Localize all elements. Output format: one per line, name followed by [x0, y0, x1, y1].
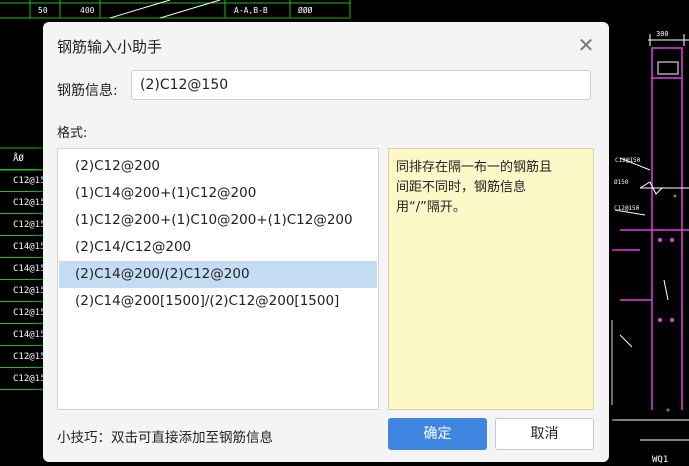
cancel-button[interactable]: 取消 [495, 418, 594, 450]
format-label: 格式: [57, 126, 88, 141]
cad-table-row: C12@15 [0, 214, 44, 236]
rebar-input-assistant-dialog: 钢筋输入小助手 ✕ 钢筋信息: 格式: (2)C12@200 (1)C14@20… [43, 22, 609, 462]
cad-table-row: C12@15 [0, 280, 44, 302]
usage-tip: 小技巧：双击可直接添加至钢筋信息 [57, 430, 273, 446]
cad-right-label: C12@150 [614, 205, 640, 212]
close-icon[interactable]: ✕ [575, 34, 597, 56]
format-options-list: (2)C12@200 (1)C14@200+(1)C12@200 (1)C12@… [57, 148, 379, 410]
format-option[interactable]: (1)C12@200+(1)C10@200+(1)C12@200 [59, 207, 377, 234]
cad-right-label: C12@150 [615, 157, 641, 164]
format-option[interactable]: (2)C14/C12@200 [59, 234, 377, 261]
dialog-title: 钢筋输入小助手 [57, 38, 163, 56]
cad-table-row: C12@15 [0, 170, 44, 192]
format-option[interactable]: (2)C12@200 [59, 153, 377, 180]
format-option[interactable]: (2)C14@200[1500]/(2)C12@200[1500] [59, 288, 377, 315]
cad-reinforcement-table: ÅØ C12@15 C12@15 C12@15 C14@15 C14@15 C1… [0, 148, 44, 448]
confirm-button[interactable]: 确定 [388, 418, 487, 450]
cad-top-label: A-A,B-B [234, 6, 268, 15]
cad-table-row: C14@15 [0, 258, 44, 280]
cad-right-label: 300 [656, 30, 669, 38]
cad-table-row: C12@15 [0, 302, 44, 324]
cad-table-row: C12@15 [0, 368, 44, 390]
rebar-info-label: 钢筋信息: [57, 83, 118, 99]
cad-table-row: C14@15 [0, 236, 44, 258]
cad-top-label: 50 [38, 6, 48, 15]
format-hint-box: 同排存在隔一布一的钢筋且 间距不同时，钢筋信息 用“/”隔开。 [388, 148, 594, 410]
cad-table-header: ÅØ [0, 148, 44, 170]
cad-top-label: ØØØ [298, 5, 313, 15]
rebar-info-input[interactable] [131, 70, 591, 100]
cad-right-label: Ø150 [614, 179, 629, 186]
cad-top-label: 400 [80, 6, 95, 15]
cad-table-row: C12@15 [0, 346, 44, 368]
cad-bottom-right-label: WQ1 [652, 455, 668, 465]
cad-table-row: C14@15 [0, 324, 44, 346]
format-option[interactable]: (1)C14@200+(1)C12@200 [59, 180, 377, 207]
format-option-selected[interactable]: (2)C14@200/(2)C12@200 [59, 261, 377, 288]
cad-table-row: C12@15 [0, 192, 44, 214]
